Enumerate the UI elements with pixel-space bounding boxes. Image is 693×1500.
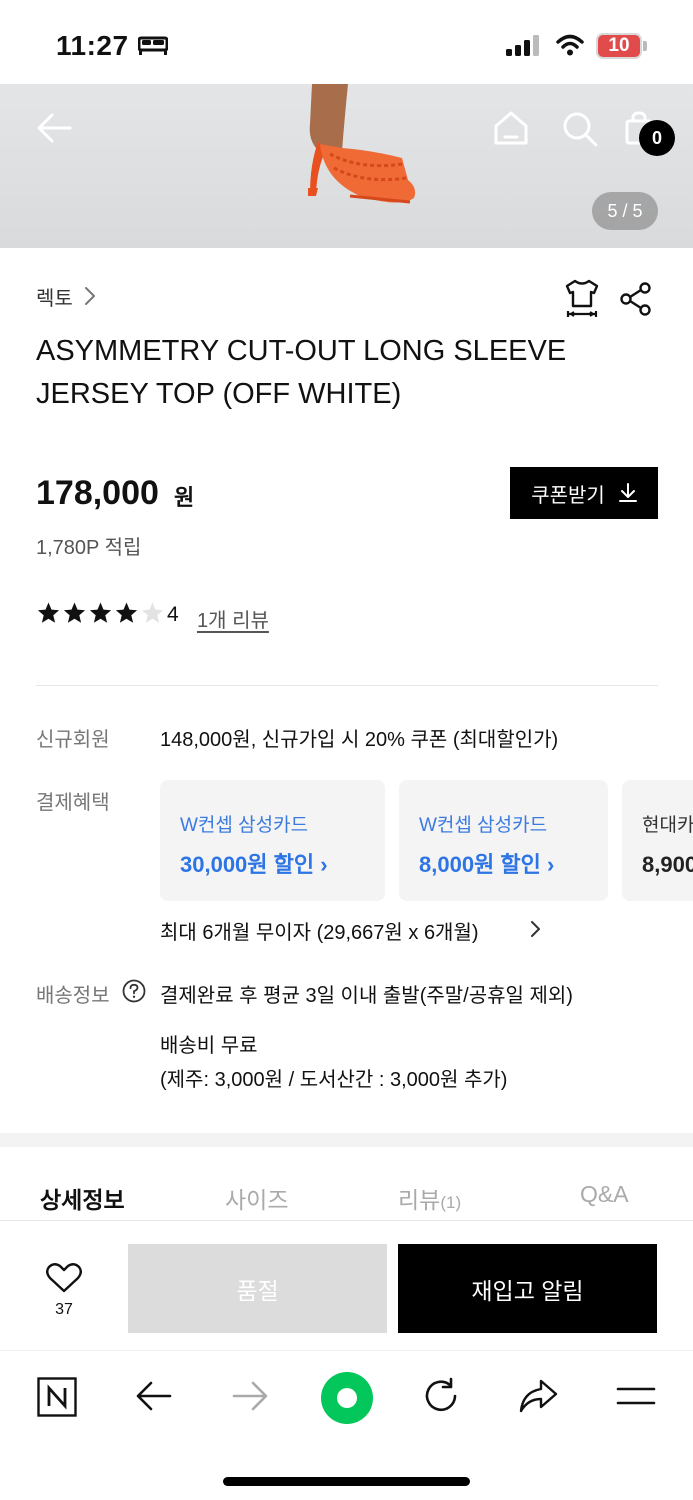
card-name: 현대카드 (642, 815, 693, 836)
new-member-label: 신규회원 (36, 729, 110, 751)
share-arrow-icon[interactable] (518, 1378, 558, 1414)
product-image-carousel[interactable]: 5 / 5 (0, 84, 693, 248)
card-discount: 8,900원 (642, 852, 693, 877)
price-currency: 원 (174, 485, 195, 510)
chevron-right-icon[interactable] (84, 286, 96, 306)
star-filled-icon (89, 602, 112, 623)
restock-alert-button[interactable]: 재입고 알림 (398, 1244, 657, 1333)
image-page-indicator: 5 / 5 (592, 192, 658, 230)
cart-count-badge[interactable]: 0 (639, 120, 675, 156)
shipping-label: 배송정보 (36, 985, 110, 1007)
naver-green-dot-icon[interactable] (320, 1371, 374, 1425)
shipping-info: 결제완료 후 평균 3일 이내 출발(주말/공휴일 제외) (160, 985, 573, 1007)
divider (36, 685, 658, 686)
chevron-right-icon: › (547, 852, 555, 877)
heart-icon[interactable] (44, 1262, 84, 1294)
coupon-button-label: 쿠폰받기 (531, 484, 605, 507)
product-price: 178,000 (36, 474, 159, 512)
cellular-signal-icon (506, 35, 539, 56)
chevron-right-icon[interactable] (530, 920, 542, 938)
rating-value: 4 (167, 603, 179, 626)
star-filled-icon (115, 602, 138, 623)
star-empty-icon (141, 602, 164, 623)
tab-size[interactable]: 사이즈 (225, 1181, 288, 1215)
search-icon[interactable] (561, 110, 599, 148)
sleep-mode-icon (138, 36, 168, 55)
star-filled-icon (37, 602, 60, 623)
battery-cap (643, 41, 647, 51)
browser-back-icon[interactable] (136, 1380, 172, 1412)
star-filled-icon (63, 602, 86, 623)
wifi-icon (556, 34, 584, 56)
shipping-fee: 배송비 무료 (160, 1035, 258, 1057)
card-benefit-2[interactable]: W컨셉 삼성카드 8,000원 할인 › (399, 780, 608, 901)
status-time: 11:27 (56, 30, 129, 61)
card-discount: 8,000원 할인 › (419, 852, 555, 877)
card-name: W컨셉 삼성카드 (180, 815, 309, 836)
home-indicator (223, 1477, 470, 1486)
new-member-benefit: 148,000원, 신규가입 시 20% 쿠폰 (최대할인가) (160, 729, 559, 751)
share-icon[interactable] (618, 281, 654, 317)
tab-review-label: 리뷰 (398, 1187, 441, 1213)
status-bar: 11:27 10 (0, 0, 693, 84)
back-arrow-icon[interactable] (36, 112, 72, 144)
reward-points: 1,780P 적립 (36, 537, 142, 559)
download-icon (618, 483, 637, 502)
card-benefit-1[interactable]: W컨셉 삼성카드 30,000원 할인 › (160, 780, 385, 901)
soldout-button: 품절 (128, 1244, 387, 1333)
review-count-link[interactable]: 1개 리뷰 (197, 604, 269, 633)
tab-review[interactable]: 리뷰(1) (398, 1181, 461, 1215)
brand-link[interactable]: 렉토 (36, 282, 73, 311)
get-coupon-button[interactable]: 쿠폰받기 (510, 467, 658, 519)
product-image (308, 84, 416, 204)
card-discount: 30,000원 할인 › (180, 852, 328, 877)
menu-icon[interactable] (616, 1384, 656, 1408)
card-name: W컨셉 삼성카드 (419, 815, 548, 836)
home-icon[interactable] (493, 110, 529, 146)
rating-stars (36, 601, 165, 625)
section-divider (0, 1133, 693, 1147)
chevron-right-icon: › (320, 852, 328, 877)
tab-detail[interactable]: 상세정보 (40, 1181, 125, 1215)
battery-indicator: 10 (596, 33, 642, 59)
installment-info[interactable]: 최대 6개월 무이자 (29,667원 x 6개월) (160, 916, 479, 945)
help-icon[interactable] (122, 979, 146, 1003)
shipping-extra-fee: (제주: 3,000원 / 도서산간 : 3,000원 추가) (160, 1069, 508, 1091)
browser-forward-icon[interactable] (232, 1380, 268, 1412)
tab-qna[interactable]: Q&A (580, 1181, 629, 1208)
wish-count: 37 (55, 1301, 73, 1318)
product-title: ASYMMETRY CUT-OUT LONG SLEEVE JERSEY TOP… (36, 335, 567, 410)
payment-benefit-label: 결제혜택 (36, 792, 110, 814)
card-benefit-3[interactable]: 현대카드 8,900원 (622, 780, 693, 901)
detail-tabs: 상세정보 사이즈 리뷰(1) Q&A (0, 1147, 693, 1221)
battery-level: 10 (608, 35, 630, 56)
naver-logo-icon[interactable] (37, 1377, 77, 1417)
tab-review-count: (1) (440, 1193, 462, 1212)
refresh-icon[interactable] (422, 1377, 460, 1415)
size-guide-icon[interactable] (564, 278, 600, 318)
